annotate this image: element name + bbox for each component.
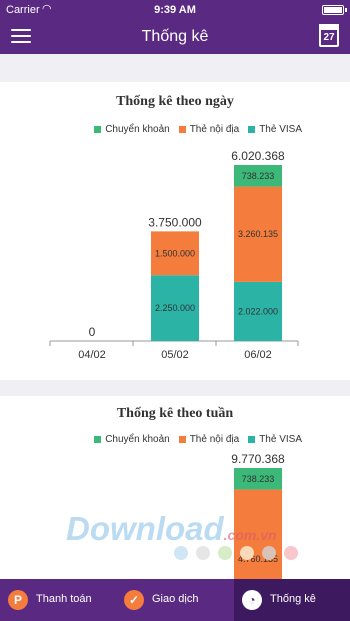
bar-total-label: 9.770.368 bbox=[231, 452, 285, 466]
status-time: 9:39 AM bbox=[154, 4, 196, 16]
bar-value-label: 2.250.000 bbox=[155, 303, 195, 313]
watermark-dot bbox=[218, 546, 232, 560]
bar-value-label: 3.260.135 bbox=[238, 229, 278, 239]
watermark-dot bbox=[240, 546, 254, 560]
tab-statistics[interactable]: ◔ Thống kê bbox=[234, 579, 350, 621]
x-tick-label: 06/02 bbox=[244, 349, 272, 361]
tab-transactions[interactable]: ✓ Giao dịch bbox=[116, 579, 232, 621]
watermark-dot bbox=[196, 546, 210, 560]
tab-bar: P Thanh toán ✓ Giao dịch ◔ Thống kê bbox=[0, 579, 350, 621]
daily-chart: 0 04/02 2.250.000 1.500.000 3.750.000 05/02 2.… bbox=[49, 149, 299, 361]
check-icon: ✓ bbox=[124, 590, 144, 610]
watermark-dot bbox=[262, 546, 276, 560]
daily-stats-card: Thống kê theo ngày Chuyển khoản Thẻ nội … bbox=[0, 82, 350, 380]
bar-total-label: 6.020.368 bbox=[231, 149, 285, 163]
x-tick-label: 04/02 bbox=[78, 349, 106, 361]
page-title: Thống kê bbox=[141, 28, 209, 45]
bar-total-label: 0 bbox=[89, 325, 96, 339]
tab-label: Giao dịch bbox=[152, 593, 199, 605]
tab-label: Thống kê bbox=[270, 593, 316, 605]
watermark-dot bbox=[284, 546, 298, 560]
x-tick-label: 05/02 bbox=[161, 349, 189, 361]
bar-value-label: 1.500.000 bbox=[155, 248, 195, 258]
watermark-dots bbox=[174, 546, 298, 560]
payment-icon: P bbox=[8, 590, 28, 610]
calendar-icon[interactable]: 27 bbox=[319, 24, 339, 47]
calendar-day: 27 bbox=[323, 32, 335, 43]
nav-bar: Thống kê 27 bbox=[0, 20, 350, 54]
battery-icon bbox=[322, 5, 347, 15]
tab-label: Thanh toán bbox=[36, 593, 92, 605]
bar-value-label: 738.233 bbox=[242, 171, 275, 181]
watermark-dot bbox=[174, 546, 188, 560]
bar-value-label: 2.022.000 bbox=[238, 306, 278, 316]
watermark: Download.com.vn bbox=[66, 510, 277, 547]
pie-chart-icon: ◔ bbox=[242, 590, 262, 610]
tab-payment[interactable]: P Thanh toán bbox=[0, 579, 116, 621]
bar-value-label: 738.233 bbox=[242, 474, 275, 484]
status-bar: Carrier ◠ 9:39 AM bbox=[0, 0, 350, 20]
bar-total-label: 3.750.000 bbox=[148, 215, 202, 229]
